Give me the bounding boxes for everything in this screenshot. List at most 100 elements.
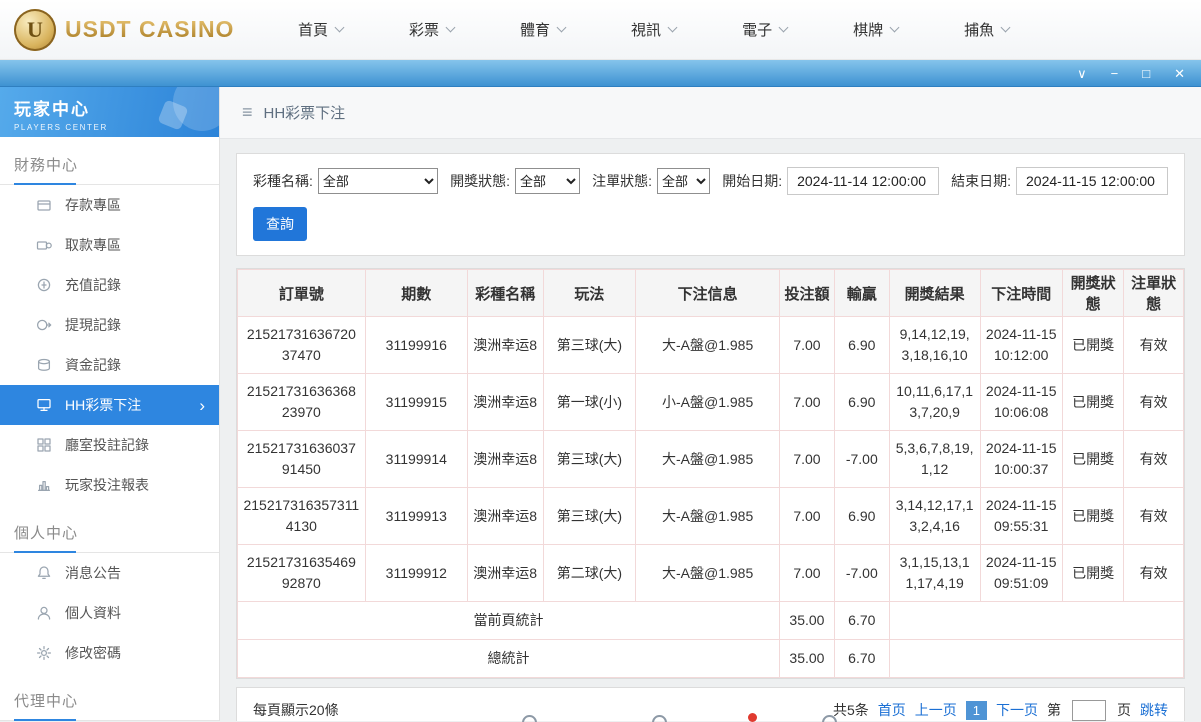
cell-bet-time: 2024-11-15 10:12:00 [979,316,1063,374]
col-play-type: 玩法 [542,269,637,317]
cell-bet-info: 小-A盤@1.985 [635,373,781,431]
cell-lottery-name: 澳洲幸运8 [466,373,544,431]
nav-item-label: 體育 [520,22,551,39]
next-page-link[interactable]: 下一页 [996,700,1038,720]
nav-item-lottery[interactable]: 彩票 [409,19,456,40]
nav-item-video[interactable]: 視訊 [631,19,678,40]
sidebar-item-cashout-record[interactable]: 提現記錄 [0,305,219,345]
cell-order-no: 2152173163546992870 [237,544,366,602]
prev-page-link[interactable]: 上一页 [915,700,957,720]
current-page-indicator: 1 [965,700,987,720]
logo[interactable]: U USDT CASINO [0,8,242,51]
sidebar-item-deposit[interactable]: 存款專區 [0,185,219,225]
logo-letter: U [27,16,43,42]
withdraw-icon [36,237,52,253]
sidebar-item-label: 修改密碼 [65,645,121,661]
cell-play-type: 第一球(小) [542,373,637,431]
bets-table-panel: 訂單號 期數 彩種名稱 玩法 下注信息 投注額 輸贏 開獎結果 下注時間 開獎狀態 注單狀態 215… [236,268,1185,679]
cell-play-type: 第三球(大) [542,430,637,488]
per-page-label: 每頁顯示20條 [253,702,339,718]
nav-item-chess[interactable]: 棋牌 [853,19,900,40]
sidebar-item-profile[interactable]: 個人資料 [0,593,219,633]
col-order-status: 注單狀態 [1123,269,1184,317]
sidebar-item-announcements[interactable]: 消息公告 [0,553,219,593]
chevron-down-icon [667,22,678,33]
sidebar-item-label: 存款專區 [65,197,121,213]
sidebar-item-player-bet-report[interactable]: 玩家投注報表 [0,465,219,505]
cell-draw-status: 已開獎 [1061,544,1125,602]
cell-bet-amount: 7.00 [779,487,835,545]
cell-bet-time: 2024-11-15 10:06:08 [979,373,1063,431]
page-jump-button[interactable]: 跳转 [1140,700,1168,720]
nav-item-sports[interactable]: 體育 [520,19,567,40]
nav-item-electronic[interactable]: 電子 [742,19,789,40]
jump-prefix-label: 第 [1047,702,1061,718]
app-window: { "colors": { "accent_blue": "#2e86e0", … [0,0,1201,722]
cell-bet-info: 大-A盤@1.985 [635,487,781,545]
cell-order-status: 有效 [1123,430,1184,488]
cell-play-type: 第三球(大) [542,487,637,545]
cell-order-status: 有效 [1123,316,1184,374]
cell-win-loss: 6.90 [833,487,890,545]
start-date-label: 開始日期: [722,173,783,189]
start-date-input[interactable] [787,167,940,195]
page-summary-empty [888,601,1185,640]
cell-bet-time: 2024-11-15 09:55:31 [979,487,1063,545]
lottery-name-select[interactable]: 全部 [317,168,439,194]
page-summary-bet-amount: 35.00 [779,601,835,640]
search-button[interactable]: 查詢 [253,207,307,241]
end-date-input[interactable] [1016,167,1168,195]
window-close-button[interactable]: ✕ [1174,67,1185,80]
total-summary-bet-amount: 35.00 [779,639,835,678]
cell-bet-info: 大-A盤@1.985 [635,544,781,602]
chevron-down-icon [889,22,900,33]
cashout-icon [36,317,52,333]
table-row: 2152173163672037470 31199916 澳洲幸运8 第三球(大) 大-… [237,316,1184,374]
section-finance-center: 財務中心 [0,137,219,185]
sidebar-item-label: 玩家投注報表 [65,477,149,493]
jump-suffix-label: 页 [1117,702,1131,718]
cell-play-type: 第三球(大) [542,316,637,374]
nav-item-label: 棋牌 [853,22,884,39]
cell-draw-status: 已開獎 [1061,316,1125,374]
col-bet-time: 下注時間 [979,269,1063,317]
order-status-select[interactable]: 全部 [656,168,711,194]
col-draw-status: 開獎狀態 [1061,269,1125,317]
sidebar-item-label: 提現記錄 [65,317,121,333]
col-period: 期數 [364,269,468,317]
window-collapse-button[interactable]: ∨ [1077,67,1087,80]
window-maximize-button[interactable]: □ [1142,67,1150,80]
filter-row: 彩種名稱: 全部 開獎狀態: 全部 注單狀態: 全部 開始日期: 結束日期: [253,167,1168,195]
cell-draw-status: 已開獎 [1061,487,1125,545]
hamburger-menu-icon[interactable]: ≡ [242,102,253,123]
cell-bet-amount: 7.00 [779,430,835,488]
cell-bet-amount: 7.00 [779,544,835,602]
sidebar-item-label: 資金記錄 [65,357,121,373]
sidebar-item-change-password[interactable]: 修改密碼 [0,633,219,673]
order-status-label: 注單狀態: [592,173,652,189]
sidebar-item-hh-lottery-bets[interactable]: HH彩票下注 › [0,385,219,425]
nav-item-fishing[interactable]: 捕魚 [964,19,1011,40]
window-titlebar: ∨ − □ ✕ [0,60,1201,87]
sidebar-item-label: 廳室投註記錄 [65,437,149,453]
first-page-link[interactable]: 首页 [878,700,906,720]
personal-menu: 消息公告 個人資料 修改密碼 [0,553,219,673]
sidebar-item-funds-record[interactable]: 資金記錄 [0,345,219,385]
sidebar-item-withdraw[interactable]: 取款專區 [0,225,219,265]
cell-win-loss: 6.90 [833,373,890,431]
lottery-name-label: 彩種名稱: [253,173,313,189]
cell-lottery-name: 澳洲幸运8 [466,430,544,488]
nav-item-label: 彩票 [409,22,440,39]
window-minimize-button[interactable]: − [1111,67,1119,80]
page-summary-row: 當前頁統計 35.00 6.70 [236,601,1185,640]
cell-bet-time: 2024-11-15 10:00:37 [979,430,1063,488]
draw-status-select[interactable]: 全部 [515,168,581,194]
sidebar-item-hall-bet-record[interactable]: 廳室投註記錄 [0,425,219,465]
cell-draw-status: 已開獎 [1061,430,1125,488]
nav-item-home[interactable]: 首頁 [298,19,345,40]
page-jump-input[interactable] [1072,699,1106,721]
end-date-label: 結束日期: [951,173,1011,189]
logo-badge-icon: U [14,8,56,51]
sidebar-item-recharge-record[interactable]: 充值記錄 [0,265,219,305]
cell-win-loss: -7.00 [833,544,890,602]
